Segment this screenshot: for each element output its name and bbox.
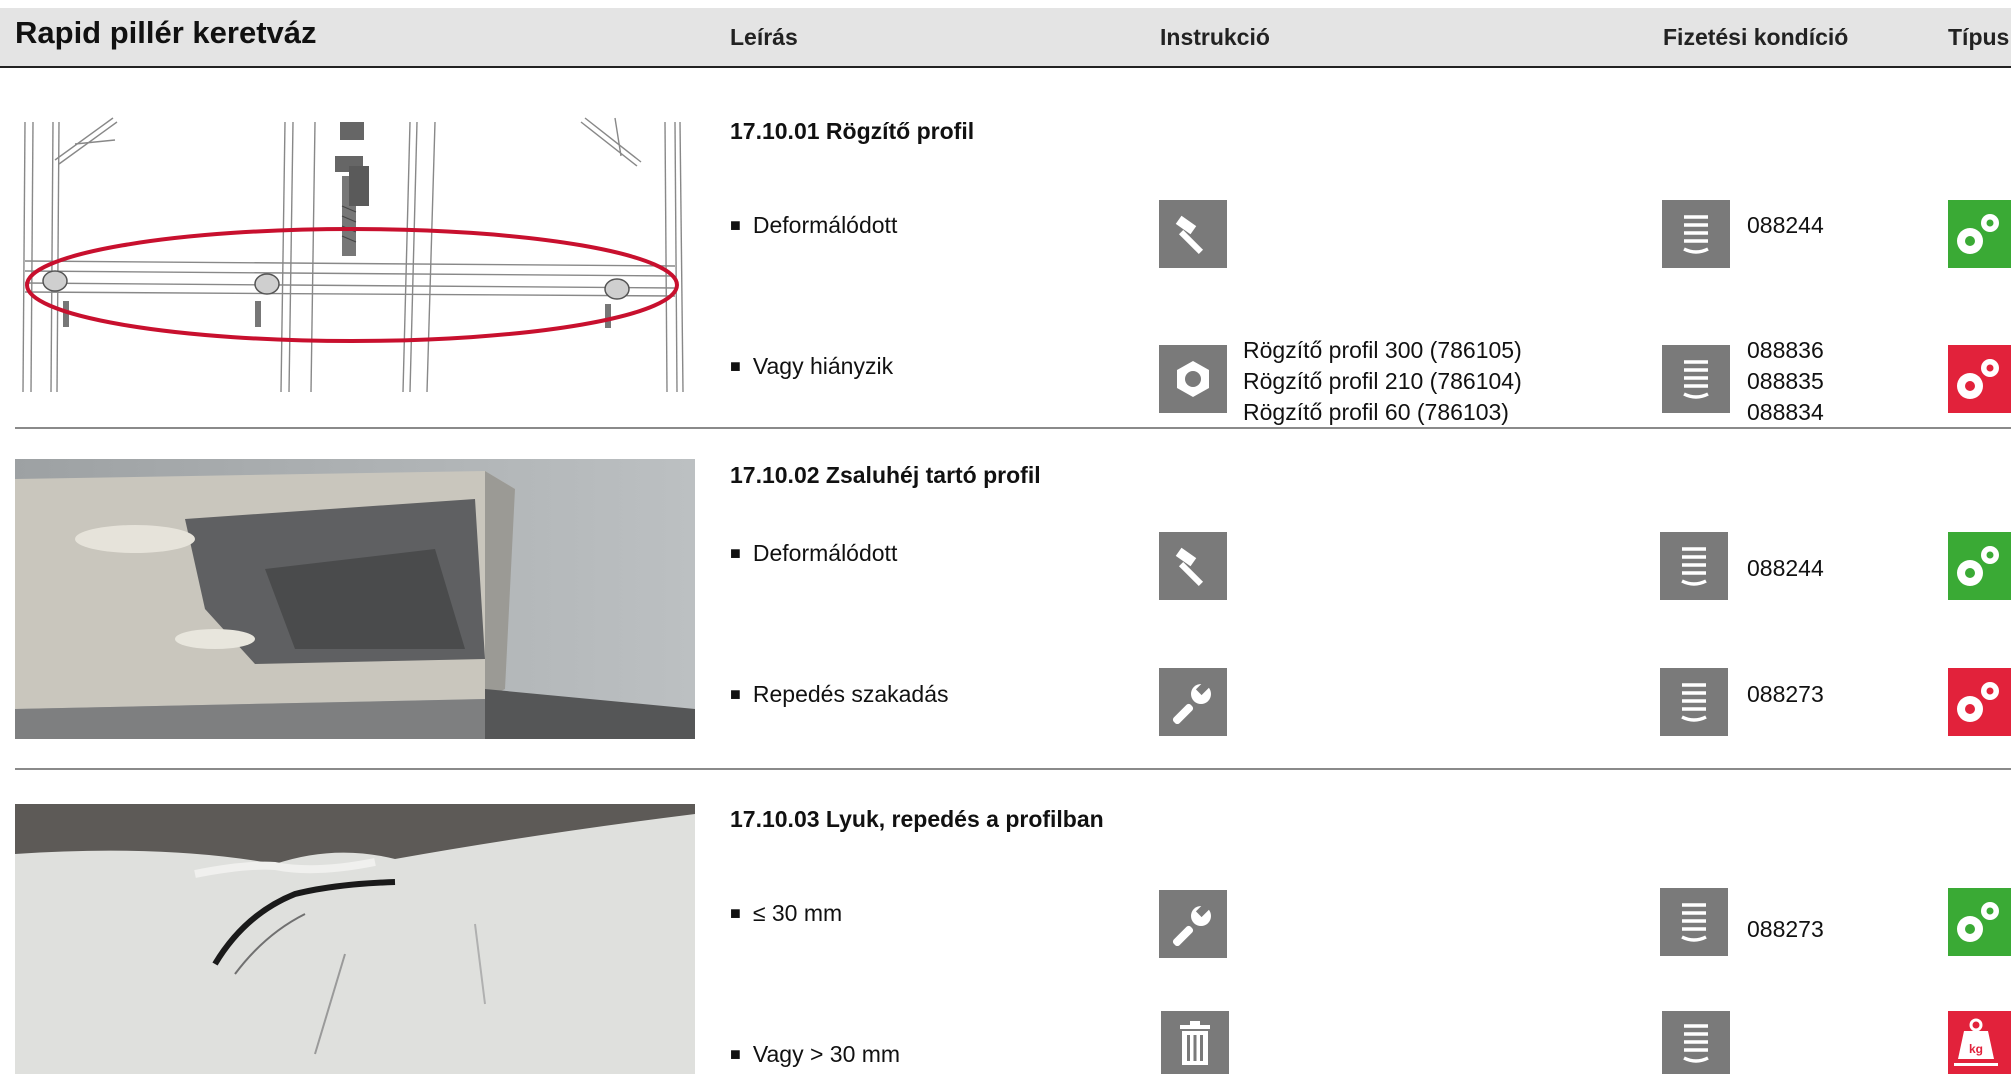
nut-icon	[1159, 345, 1227, 413]
section-3-photo	[15, 804, 695, 1074]
coin-stack-icon	[1660, 532, 1728, 600]
payment-code: 088273	[1747, 916, 1824, 942]
gears-icon	[1948, 888, 2011, 956]
weight-label: kg	[1969, 1042, 1983, 1056]
coin-stack-icon	[1662, 200, 1730, 268]
gears-icon	[1948, 532, 2011, 600]
column-header-fizetesi: Fizetési kondíció	[1663, 24, 1849, 50]
list-item: Vagy hiányzik	[730, 353, 893, 380]
section-title: 17.10.01 Rögzítő profil	[730, 118, 975, 144]
payment-code: 088244	[1747, 555, 1824, 581]
coin-stack-icon	[1660, 888, 1728, 956]
section-2-photo	[15, 459, 695, 739]
instruction-line: Rögzítő profil 300 (786105)	[1243, 337, 1522, 363]
wrench-icon	[1159, 668, 1227, 736]
hammer-icon	[1159, 200, 1227, 268]
instruction-line: Rögzítő profil 210 (786104)	[1243, 368, 1522, 394]
gears-icon	[1948, 200, 2011, 268]
section-divider	[15, 768, 2011, 770]
page-title: Rapid pillér keretváz	[15, 15, 317, 50]
trash-icon	[1161, 1011, 1229, 1074]
section-title: 17.10.02 Zsaluhéj tartó profil	[730, 462, 1041, 488]
coin-stack-icon	[1662, 1011, 1730, 1074]
list-item: Deformálódott	[730, 212, 897, 239]
weight-kg-icon: kg	[1948, 1011, 2011, 1074]
section-title: 17.10.03 Lyuk, repedés a profilban	[730, 806, 1104, 832]
list-item: Deformálódott	[730, 540, 897, 567]
list-item: Repedés szakadás	[730, 681, 949, 708]
column-header-leiras: Leírás	[730, 24, 798, 50]
gears-icon	[1948, 668, 2011, 736]
payment-code: 088273	[1747, 681, 1824, 707]
gears-icon	[1948, 345, 2011, 413]
payment-code: 088836	[1747, 337, 1824, 363]
instruction-line: Rögzítő profil 60 (786103)	[1243, 399, 1509, 425]
list-item: Vagy > 30 mm	[730, 1041, 900, 1068]
column-header-instrukcio: Instrukció	[1160, 24, 1270, 50]
payment-code: 088244	[1747, 212, 1824, 238]
coin-stack-icon	[1660, 668, 1728, 736]
coin-stack-icon	[1662, 345, 1730, 413]
section-1-drawing	[15, 116, 695, 392]
section-divider	[15, 427, 2011, 429]
hammer-icon	[1159, 532, 1227, 600]
column-header-tipus: Típus	[1948, 24, 2010, 50]
payment-code: 088834	[1747, 399, 1824, 425]
wrench-icon	[1159, 890, 1227, 958]
payment-code: 088835	[1747, 368, 1824, 394]
list-item: ≤ 30 mm	[730, 900, 842, 927]
